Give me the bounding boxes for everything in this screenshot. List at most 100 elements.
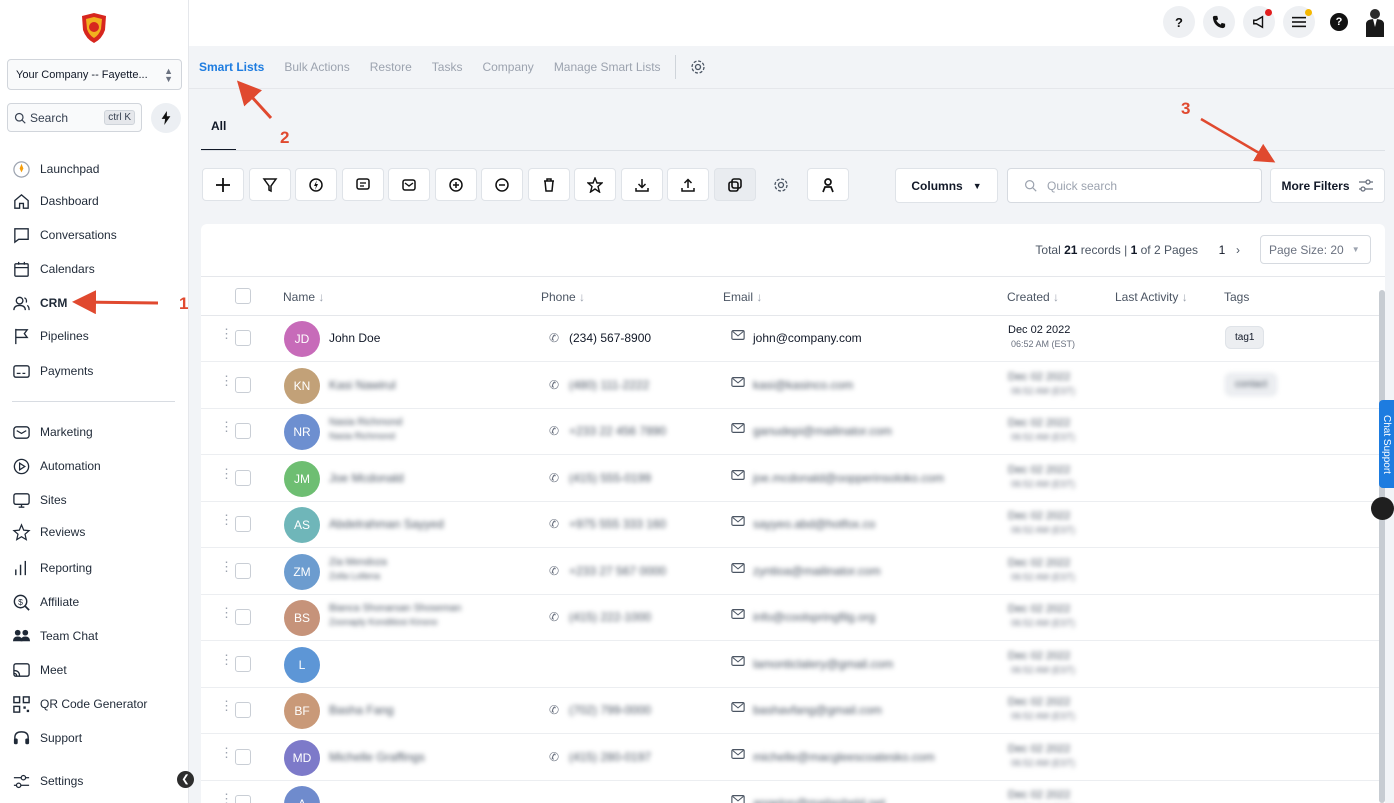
sidebar-item-calendars[interactable]: Calendars: [12, 258, 95, 280]
table-row[interactable]: ⋮ BF Basha Fang ✆ (702) 799-0000 bashavfang@g…: [201, 688, 1385, 734]
contact-phone[interactable]: +975 555 333 160: [569, 517, 666, 531]
row-checkbox[interactable]: [235, 655, 251, 672]
view-tab-all[interactable]: All: [211, 119, 226, 133]
sidebar-search[interactable]: Search ctrl K: [7, 103, 142, 132]
row-checkbox[interactable]: [235, 702, 251, 718]
phone-icon[interactable]: ✆: [549, 564, 559, 578]
help-button[interactable]: ?: [1323, 6, 1355, 38]
row-checkbox[interactable]: [235, 516, 251, 532]
tab-smart-lists[interactable]: Smart Lists: [199, 60, 264, 74]
sidebar-item-automation[interactable]: Automation: [12, 455, 101, 477]
contact-email[interactable]: sayyeo.abd@hotfox.co: [753, 517, 875, 531]
table-row[interactable]: ⋮ JM Joe Mcdonald ✆ (415) 555-0199 joe.mcdona…: [201, 456, 1385, 502]
company-logo[interactable]: [80, 12, 108, 44]
contact-email[interactable]: angelon@mailasheld.net: [753, 796, 885, 803]
tab-bulk-actions[interactable]: Bulk Actions: [284, 60, 349, 74]
row-checkbox[interactable]: [235, 795, 251, 803]
drag-handle-icon[interactable]: ⋮: [220, 560, 233, 573]
phone-icon[interactable]: ✆: [549, 471, 559, 485]
email-icon[interactable]: [731, 376, 745, 391]
email-icon[interactable]: [731, 562, 745, 577]
email-icon[interactable]: [731, 655, 745, 670]
add-tag-button[interactable]: [434, 168, 477, 201]
columns-button[interactable]: Columns ▼: [895, 168, 998, 203]
table-row[interactable]: ⋮Aangelon@mailasheld.netDec 02 202206:52…: [201, 781, 1385, 803]
contact-phone[interactable]: (480) 111-2222: [569, 378, 649, 392]
sidebar-item-launchpad[interactable]: Launchpad: [12, 158, 99, 180]
contact-phone[interactable]: (415) 280-0197: [569, 750, 651, 764]
table-row[interactable]: ⋮ Llamonticlalery@gmail.com Dec 02 2022 06:…: [201, 642, 1385, 688]
sidebar-item-conversations[interactable]: Conversations: [12, 224, 117, 246]
sidebar-item-reviews[interactable]: Reviews: [12, 521, 85, 543]
tab-company[interactable]: Company: [482, 60, 533, 74]
import-button[interactable]: [667, 168, 709, 201]
contact-name[interactable]: Joe Mcdonald: [329, 471, 404, 485]
email-icon[interactable]: [731, 329, 745, 344]
send-email-button[interactable]: [388, 168, 430, 201]
phone-icon[interactable]: ✆: [549, 331, 559, 345]
sidebar-item-reporting[interactable]: Reporting: [12, 557, 92, 579]
toolbar-settings-button[interactable]: [760, 168, 802, 201]
next-page-icon[interactable]: ›: [1236, 243, 1240, 257]
delete-button[interactable]: [527, 168, 570, 201]
drag-handle-icon[interactable]: ⋮: [220, 513, 233, 526]
table-row[interactable]: ⋮ MD Michelle Graffings ✆ (415) 280-0197 mich…: [201, 735, 1385, 781]
column-header-last-activity[interactable]: Last Activity ↓: [1115, 290, 1188, 304]
drag-handle-icon[interactable]: ⋮: [220, 792, 233, 803]
contact-email[interactable]: bashavfang@gmail.com: [753, 703, 882, 717]
contact-name[interactable]: Bianca Shonarsan Shoseman: [329, 603, 461, 614]
drag-handle-icon[interactable]: ⋮: [220, 374, 233, 387]
collapse-sidebar-button[interactable]: ❮: [177, 771, 194, 788]
tag-badge[interactable]: tag1: [1225, 326, 1265, 349]
phone-icon[interactable]: ✆: [549, 750, 559, 764]
contact-phone[interactable]: (415) 555-0199: [569, 471, 651, 485]
row-checkbox[interactable]: [235, 423, 251, 439]
select-all-checkbox[interactable]: [235, 288, 251, 304]
sidebar-item-support[interactable]: Support: [12, 727, 82, 749]
sidebar-item-qr-code-generator[interactable]: QR Code Generator: [12, 693, 147, 715]
add-contact-button[interactable]: [202, 168, 244, 201]
add-to-pipeline-button[interactable]: [248, 168, 291, 201]
chat-support-tab[interactable]: Chat Support: [1379, 400, 1394, 488]
tasks-button[interactable]: [1283, 6, 1315, 38]
announcements-button[interactable]: [1243, 6, 1275, 38]
sidebar-item-settings[interactable]: Settings: [12, 770, 83, 792]
table-row[interactable]: ⋮ ZM Zia Mendoza Zolla Lollena ✆ +233 27 567 …: [201, 549, 1385, 595]
contact-phone[interactable]: +233 27 567 0000: [569, 564, 666, 578]
sidebar-item-affiliate[interactable]: $ Affiliate: [12, 591, 79, 613]
contact-phone[interactable]: (415) 222-1000: [569, 610, 651, 624]
phone-icon[interactable]: ✆: [549, 703, 559, 717]
row-checkbox[interactable]: [235, 748, 251, 765]
email-icon[interactable]: [731, 701, 745, 716]
tab-restore[interactable]: Restore: [370, 60, 412, 74]
page-size-select[interactable]: Page Size: 20 ▼: [1260, 235, 1371, 264]
sidebar-item-sites[interactable]: Sites: [12, 489, 67, 511]
remove-tag-button[interactable]: [481, 168, 523, 201]
assign-user-button[interactable]: [806, 168, 849, 201]
chat-bubble-icon[interactable]: [1371, 497, 1394, 520]
column-header-phone[interactable]: Phone ↓: [541, 290, 585, 304]
sidebar-item-dashboard[interactable]: Dashboard: [12, 190, 99, 212]
phone-icon[interactable]: ✆: [549, 517, 559, 531]
contact-email[interactable]: kasi@kasinco.com: [753, 378, 853, 392]
contact-email[interactable]: ganudepi@mailinator.com: [753, 424, 892, 438]
row-checkbox[interactable]: [235, 609, 251, 625]
row-checkbox[interactable]: [235, 330, 251, 346]
phone-icon[interactable]: ✆: [549, 378, 559, 392]
export-button[interactable]: [620, 168, 663, 201]
contact-email[interactable]: info@coolspringfilg.org: [753, 610, 875, 624]
table-row[interactable]: ⋮ NR Nasia Richmond Nasia Richmond ✆ +233 22 …: [201, 409, 1385, 455]
settings-gear-icon[interactable]: [690, 59, 706, 75]
drag-handle-icon[interactable]: ⋮: [220, 746, 233, 759]
tag-badge[interactable]: contact: [1225, 372, 1278, 396]
table-row[interactable]: ⋮ KN Kasi Nawirul ✆ (480) 111-2222 kasi@kasin…: [201, 363, 1385, 409]
more-filters-button[interactable]: More Filters: [1270, 168, 1385, 203]
email-icon[interactable]: [731, 422, 745, 437]
contact-phone[interactable]: +233 22 456 7890: [569, 424, 666, 438]
email-icon[interactable]: [731, 794, 745, 803]
email-icon[interactable]: [731, 608, 745, 623]
contact-name[interactable]: Michelle Graffings: [329, 750, 425, 764]
column-header-tags[interactable]: Tags: [1224, 290, 1249, 304]
quick-search-input[interactable]: Quick search: [1007, 168, 1262, 203]
table-row[interactable]: ⋮ AS Abdelrahman Sayyed ✆ +975 555 333 160 sa…: [201, 502, 1385, 548]
